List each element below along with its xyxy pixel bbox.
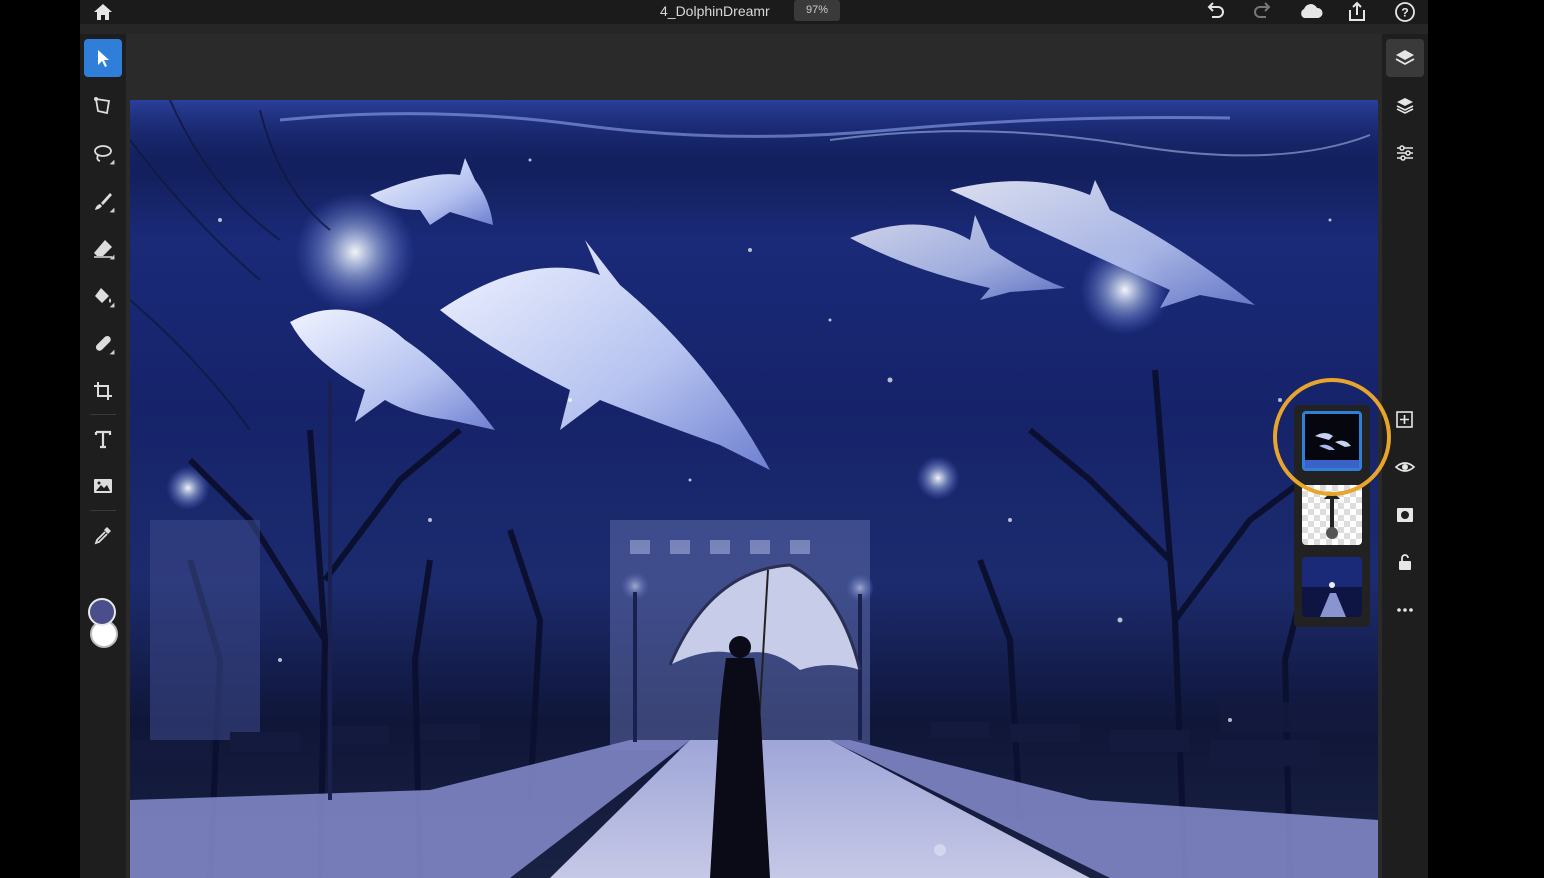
fill-tool[interactable]: [84, 277, 122, 315]
help-icon[interactable]: ?: [1394, 1, 1416, 23]
layer-highlight-ring: [1273, 378, 1391, 496]
top-bar: 4_DolphinDreamr 97% ?: [80, 0, 1428, 24]
redo-icon[interactable]: [1252, 1, 1274, 23]
left-toolbar: [80, 34, 126, 878]
layer-properties-button[interactable]: [1386, 86, 1424, 124]
eye-icon: [1394, 462, 1416, 472]
share-icon[interactable]: [1346, 1, 1368, 23]
type-tool[interactable]: [84, 420, 122, 458]
adjustments-icon: [1397, 145, 1413, 161]
unlock-icon: [1399, 554, 1411, 570]
eraser-tool[interactable]: [84, 229, 122, 267]
zoom-level[interactable]: 97%: [794, 0, 841, 21]
crop-tool[interactable]: [84, 372, 122, 410]
transform-tool[interactable]: [84, 87, 122, 125]
visibility-button[interactable]: [1386, 448, 1424, 486]
crop-icon: [94, 382, 112, 400]
eyedropper-tool[interactable]: [84, 516, 122, 554]
right-toolbar: [1382, 34, 1428, 878]
lasso-tool[interactable]: [84, 134, 122, 172]
more-icon: [1397, 608, 1413, 612]
image-icon: [94, 479, 112, 493]
photoshop-app: 4_DolphinDreamr 97% ?: [80, 0, 1428, 878]
healing-tool[interactable]: [84, 324, 122, 362]
more-options-button[interactable]: [1386, 591, 1424, 629]
mask-icon: [1397, 508, 1413, 522]
composite-artwork: [130, 100, 1378, 878]
brush-tool[interactable]: [84, 182, 122, 220]
place-image-tool[interactable]: [84, 467, 122, 505]
layer-thumb-background[interactable]: [1302, 557, 1362, 617]
background-thumbnail: [1302, 557, 1362, 617]
options-bar: [80, 24, 1428, 34]
layer-properties-icon: [1396, 98, 1414, 114]
mask-button[interactable]: [1386, 496, 1424, 534]
document-title: 4_DolphinDreamr: [660, 3, 770, 19]
cloud-icon[interactable]: [1298, 1, 1324, 23]
eyedropper-icon: [94, 527, 111, 545]
add-layer-button[interactable]: [1386, 401, 1424, 439]
transform-icon: [94, 97, 111, 115]
undo-icon[interactable]: [1204, 1, 1226, 23]
arrow-cursor-icon: [98, 50, 109, 67]
lock-button[interactable]: [1386, 543, 1424, 581]
layers-icon: [1395, 50, 1415, 66]
layers-button[interactable]: [1386, 39, 1424, 77]
canvas-area: [126, 34, 1382, 878]
toolbar-divider: [90, 414, 116, 415]
select-tool[interactable]: [84, 39, 122, 77]
toolbar-divider: [90, 510, 116, 511]
svg-text:?: ?: [1401, 6, 1408, 20]
document-canvas[interactable]: [130, 100, 1378, 878]
add-layer-icon: [1396, 411, 1413, 428]
type-icon: [94, 430, 112, 449]
adjustments-button[interactable]: [1386, 134, 1424, 172]
home-icon[interactable]: [92, 2, 114, 22]
foreground-color-swatch[interactable]: [88, 598, 116, 626]
